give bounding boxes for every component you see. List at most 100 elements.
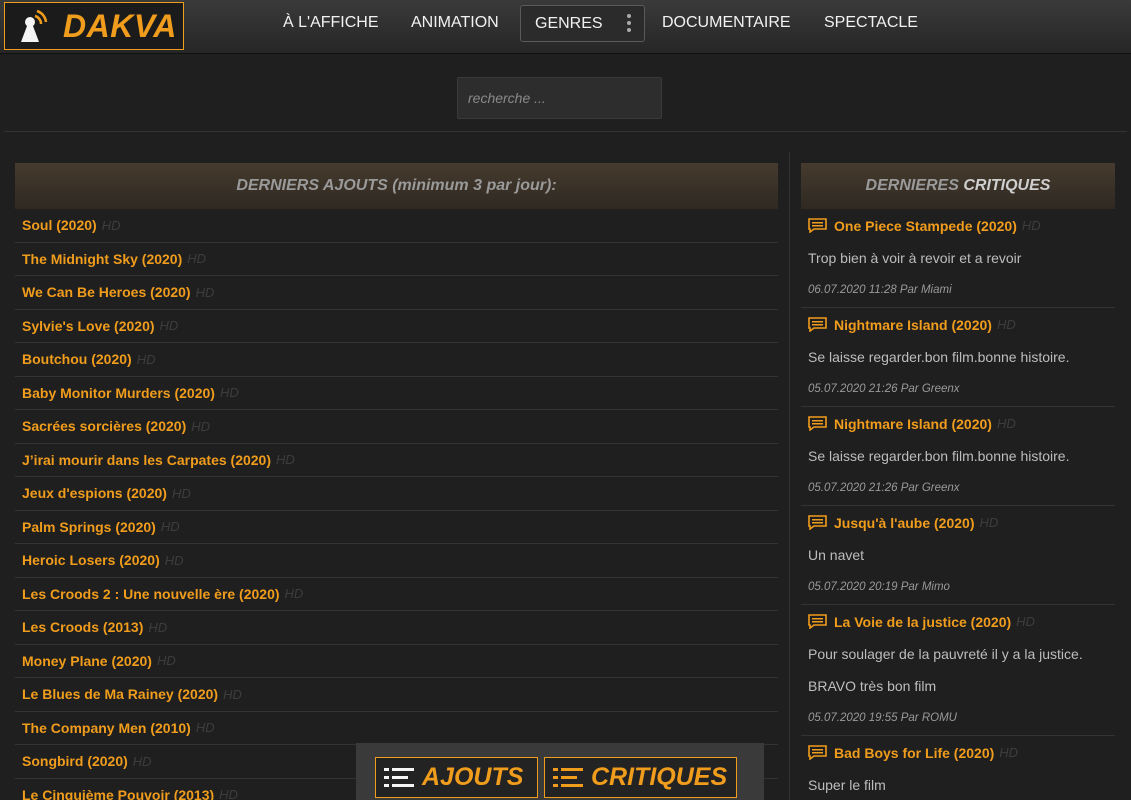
review-text: Un navet [808,547,865,563]
hd-badge: HD [999,745,1019,760]
review-text: Se laisse regarder.bon film.bonne histoi… [808,448,1070,464]
list-item[interactable]: Baby Monitor Murders (2020) HD [15,377,778,410]
movie-title-link[interactable]: We Can Be Heroes (2020) [22,284,191,300]
movie-title-link[interactable]: Sacrées sorcières (2020) [22,418,186,434]
list-item[interactable]: The Midnight Sky (2020) HD [15,243,778,276]
movie-title-link[interactable]: Songbird (2020) [22,753,128,769]
hd-badge: HD [156,653,176,669]
list-icon [553,767,583,787]
nav-documentaire[interactable]: DOCUMENTAIRE [662,14,791,32]
review-title-row[interactable]: Jusqu'à l'aube (2020) HD [801,506,1115,539]
list-item[interactable]: Sylvie's Love (2020) HD [15,310,778,343]
review-movie-title[interactable]: Jusqu'à l'aube (2020) [834,515,975,531]
review-title-row[interactable]: Nightmare Island (2020) HD [801,308,1115,341]
list-item[interactable]: The Company Men (2010) HD [15,712,778,745]
list-item[interactable]: Le Blues de Ma Rainey (2020) HD [15,678,778,712]
list-item[interactable]: We Can Be Heroes (2020) HD [15,276,778,310]
review-text: Se laisse regarder.bon film.bonne histoi… [808,349,1070,365]
review-item: La Voie de la justice (2020) HD Pour soula… [801,605,1115,736]
review-text: Trop bien à voir à revoir et a revoir [808,250,1022,266]
site-logo[interactable]: DAKVA [4,2,184,50]
list-item[interactable]: Les Croods (2013) HD [15,611,778,645]
list-item[interactable]: Jeux d'espions (2020) HD [15,477,778,511]
hd-badge: HD [101,217,121,233]
review-item: Bad Boys for Life (2020) HD Super le film [801,736,1115,800]
hd-badge: HD [164,552,184,568]
movie-title-link[interactable]: Le Cinquième Pouvoir (2013) [22,787,214,800]
list-item[interactable]: Soul (2020) HD [15,209,778,243]
hd-badge: HD [132,753,152,769]
ajouts-button[interactable]: AJOUTS [375,757,538,798]
movie-title-link[interactable]: Soul (2020) [22,217,97,233]
critiques-button[interactable]: CRITIQUES [544,757,737,798]
review-text: Super le film [808,777,886,793]
hd-badge: HD [996,317,1016,332]
hd-badge: HD [979,515,999,530]
latest-additions-list: Soul (2020) HD The Midnight Sky (2020) HD We… [15,209,778,800]
bottom-toggle-bar: AJOUTS CRITIQUES [356,743,764,800]
review-meta: 05.07.2020 21:26 Par Greenx [808,383,960,395]
column-divider [789,152,790,800]
movie-title-link[interactable]: Boutchou (2020) [22,351,132,367]
movie-title-link[interactable]: The Company Men (2010) [22,720,191,736]
hd-badge: HD [187,251,207,267]
review-meta: 05.07.2020 19:55 Par ROMU [808,712,957,724]
hd-badge: HD [276,452,295,468]
movie-title-link[interactable]: J’irai mourir dans les Carpates (2020) [22,452,271,468]
latest-reviews-header: DERNIERES CRITIQUES [801,163,1115,209]
nav-animation[interactable]: ANIMATION [411,14,499,32]
comment-icon [808,745,827,760]
reviews-header-accent: CRITIQUES [963,177,1051,194]
review-title-row[interactable]: La Voie de la justice (2020) HD [801,605,1115,638]
movie-title-link[interactable]: Sylvie's Love (2020) [22,318,155,334]
review-movie-title[interactable]: La Voie de la justice (2020) [834,614,1011,630]
review-movie-title[interactable]: Nightmare Island (2020) [834,416,992,432]
movie-title-link[interactable]: Palm Springs (2020) [22,519,156,535]
search-input[interactable] [457,77,662,119]
movie-title-link[interactable]: Les Croods 2 : Une nouvelle ère (2020) [22,586,280,602]
header-divider [4,131,1127,132]
latest-reviews-list: One Piece Stampede (2020) HD Trop bien à v… [801,209,1115,800]
list-item[interactable]: Sacrées sorcières (2020) HD [15,410,778,444]
hd-badge: HD [136,351,156,367]
review-title-row[interactable]: Bad Boys for Life (2020) HD [801,736,1115,769]
movie-title-link[interactable]: Heroic Losers (2020) [22,552,160,568]
review-meta: 05.07.2020 20:19 Par Mimo [808,581,950,593]
hd-badge: HD [219,385,239,401]
list-item[interactable]: Money Plane (2020) HD [15,645,778,678]
hd-badge: HD [195,284,215,300]
list-item[interactable]: Heroic Losers (2020) HD [15,544,778,578]
hd-badge: HD [219,787,238,800]
hd-badge: HD [159,318,179,334]
list-item[interactable]: Les Croods 2 : Une nouvelle ère (2020) HD [15,578,778,611]
review-title-row[interactable]: One Piece Stampede (2020) HD [801,209,1115,242]
review-movie-title[interactable]: One Piece Stampede (2020) [834,218,1017,234]
review-movie-title[interactable]: Bad Boys for Life (2020) [834,745,994,761]
review-title-row[interactable]: Nightmare Island (2020) HD [801,407,1115,440]
critiques-label: CRITIQUES [591,763,728,791]
hd-badge: HD [223,686,242,702]
review-item: One Piece Stampede (2020) HD Trop bien à v… [801,209,1115,308]
nav-genres-dropdown[interactable]: GENRES [520,5,645,42]
list-item[interactable]: J’irai mourir dans les Carpates (2020) HD [15,444,778,477]
ajouts-label: AJOUTS [422,763,524,791]
review-movie-title[interactable]: Nightmare Island (2020) [834,317,992,333]
movie-title-link[interactable]: Les Croods (2013) [22,619,143,635]
list-item[interactable]: Palm Springs (2020) HD [15,511,778,544]
movie-title-link[interactable]: Baby Monitor Murders (2020) [22,385,215,401]
nav-spectacle[interactable]: SPECTACLE [824,14,918,32]
hd-badge: HD [160,519,180,535]
nav-affiche[interactable]: À L'AFFICHE [283,14,379,32]
movie-title-link[interactable]: Le Blues de Ma Rainey (2020) [22,686,218,702]
review-text: Pour soulager de la pauvreté il y a la j… [808,646,1083,694]
list-item[interactable]: Boutchou (2020) HD [15,343,778,377]
hd-badge: HD [148,619,168,635]
movie-title-link[interactable]: Jeux d'espions (2020) [22,485,167,501]
review-meta: 06.07.2020 11:28 Par Miami [808,284,952,296]
movie-title-link[interactable]: Money Plane (2020) [22,653,152,669]
movie-title-link[interactable]: The Midnight Sky (2020) [22,251,182,267]
comment-icon [808,218,827,233]
hd-badge: HD [996,416,1016,431]
hd-badge: HD [191,418,211,434]
top-navigation-bar: DAKVA À L'AFFICHE ANIMATION GENRES DOCUM… [0,0,1131,54]
